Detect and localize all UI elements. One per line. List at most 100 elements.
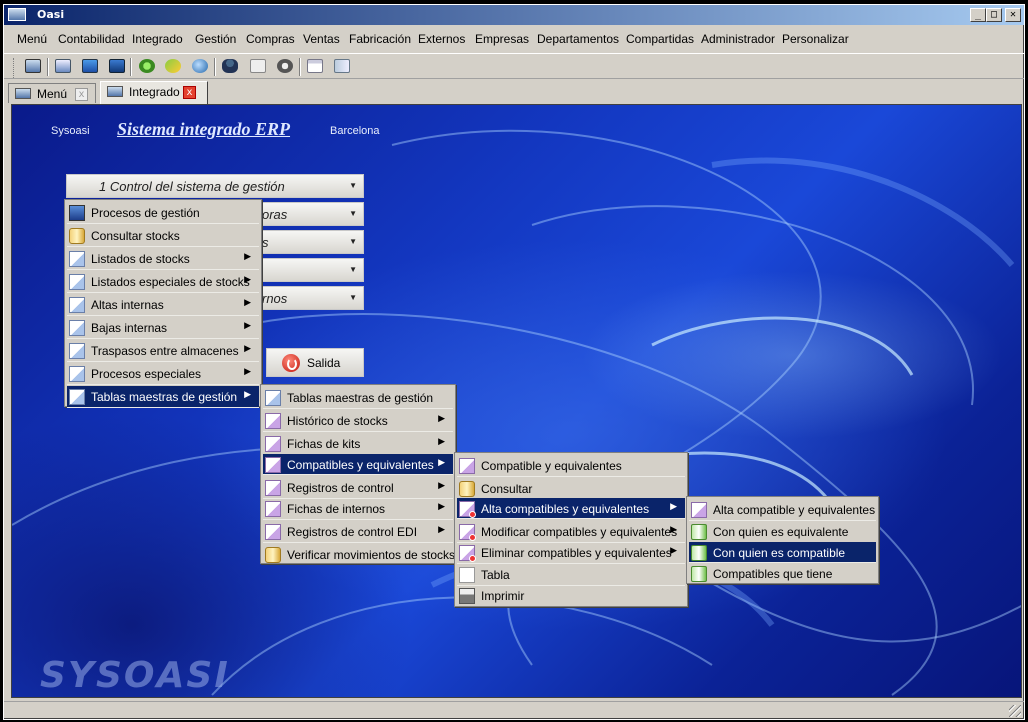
- tab-integrado-icon: [107, 86, 123, 97]
- tab-integrado-close-icon[interactable]: x: [183, 86, 196, 99]
- close-button[interactable]: ✕: [1005, 8, 1021, 22]
- menu-externos[interactable]: Externos: [418, 32, 465, 46]
- globe-icon[interactable]: [192, 59, 208, 73]
- menu-item-label: Compatibles y equivalentes: [287, 458, 434, 472]
- title-bar[interactable]: Oasi _ □ ✕: [4, 5, 1024, 25]
- menu-item-registros-control-edi[interactable]: Registros de control EDI ▶: [263, 521, 453, 543]
- menu-item-con-quien-equivalente[interactable]: Con quien es equivalente: [689, 521, 876, 543]
- add-document-icon: [459, 501, 476, 518]
- menu-personalizar[interactable]: Personalizar: [782, 32, 849, 46]
- tab-integrado[interactable]: Integrado x: [100, 81, 208, 104]
- menu-item-compatible-equivalentes[interactable]: Compatible y equivalentes: [457, 455, 685, 477]
- monitor-dark-icon[interactable]: [109, 59, 125, 73]
- menu-item-label: Traspasos entre almacenes: [91, 344, 239, 358]
- menu-ventas[interactable]: Ventas: [303, 32, 340, 46]
- menu-item-compatibles-equivalentes[interactable]: Compatibles y equivalentes ▶: [263, 454, 453, 475]
- menu-item-eliminar-compatibles[interactable]: Eliminar compatibles y equivalentes ▶: [457, 542, 685, 564]
- menu-item-procesos-especiales[interactable]: Procesos especiales ▶: [67, 363, 259, 385]
- menu-integrado[interactable]: Integrado: [132, 32, 183, 46]
- menu-item-traspasos[interactable]: Traspasos entre almacenes ▶: [67, 340, 259, 362]
- menu-item-label: Histórico de stocks: [287, 414, 388, 428]
- menu-empresas[interactable]: Empresas: [475, 32, 529, 46]
- document-icon: [265, 524, 281, 540]
- desktop-icon[interactable]: [25, 59, 41, 73]
- tab-menu[interactable]: Menú x: [8, 83, 96, 103]
- menu-item-con-quien-compatible[interactable]: Con quien es compatible: [689, 542, 876, 563]
- menu-item-consultar[interactable]: Consultar: [457, 478, 685, 500]
- resize-grip-icon[interactable]: [1009, 705, 1021, 717]
- menu-item-tablas-maestras[interactable]: Tablas maestras de gestión ▶: [67, 386, 259, 408]
- document-icon: [69, 366, 85, 382]
- menu-departamentos[interactable]: Departamentos: [537, 32, 619, 46]
- toolbar-grip[interactable]: [13, 58, 16, 78]
- notepad-icon[interactable]: [250, 59, 266, 73]
- menu-menu[interactable]: Menú: [17, 32, 47, 46]
- page-title[interactable]: Sistema integrado ERP: [117, 119, 290, 140]
- menu-item-bajas-internas[interactable]: Bajas internas ▶: [67, 317, 259, 339]
- chevron-down-icon: ▼: [349, 293, 357, 302]
- edit-document-icon: [459, 524, 476, 541]
- menu-item-consultar-stocks[interactable]: Consultar stocks: [67, 225, 259, 247]
- recycle-icon[interactable]: [165, 59, 181, 73]
- menu-item-label: Tablas maestras de gestión: [91, 390, 238, 404]
- toolbar-separator: [47, 58, 49, 76]
- salida-button[interactable]: Salida: [266, 348, 364, 377]
- menu-item-label: Fichas de internos: [287, 502, 386, 516]
- submenu-arrow-icon: ▶: [244, 366, 251, 376]
- menu-item-listados-especiales[interactable]: Listados especiales de stocks ▶: [67, 271, 259, 293]
- menu-item-label: Modificar compatibles y equivalentes: [481, 525, 678, 539]
- menu-item-verificar-movimientos[interactable]: Verificar movimientos de stocks: [263, 544, 455, 566]
- exit-icon: [282, 354, 300, 372]
- book-icon[interactable]: [334, 59, 350, 73]
- menu-item-fichas-kits[interactable]: Fichas de kits ▶: [263, 433, 453, 455]
- menu-item-label: Consultar: [481, 482, 533, 496]
- menu-item-historico-stocks[interactable]: Histórico de stocks ▶: [263, 410, 453, 432]
- menu-item-alta-compatible-equivalentes[interactable]: Alta compatible y equivalentes: [689, 499, 876, 521]
- menu-item-imprimir[interactable]: Imprimir: [457, 585, 685, 607]
- menu-item-alta-compatibles[interactable]: Alta compatibles y equivalentes ▶: [457, 498, 685, 519]
- menu-compras[interactable]: Compras: [246, 32, 295, 46]
- menu-contabilidad[interactable]: Contabilidad: [58, 32, 125, 46]
- combo-label: 1 Control del sistema de gestión: [99, 179, 285, 194]
- calendar-icon[interactable]: [307, 59, 323, 73]
- menu-item-registros-control[interactable]: Registros de control ▶: [263, 477, 453, 499]
- menu-gestion[interactable]: Gestión: [195, 32, 236, 46]
- menu-item-modificar-compatibles[interactable]: Modificar compatibles y equivalentes ▶: [457, 521, 685, 543]
- toolbar-separator: [299, 58, 301, 76]
- monitor-icon: [69, 205, 85, 221]
- minimize-button[interactable]: _: [970, 8, 986, 22]
- menu-item-label: Consultar stocks: [91, 229, 180, 243]
- document-icon: [265, 457, 281, 473]
- menu-compartidas[interactable]: Compartidas: [626, 32, 694, 46]
- maximize-button[interactable]: □: [986, 8, 1002, 22]
- menu-administrador[interactable]: Administrador: [701, 32, 775, 46]
- document-icon: [69, 251, 85, 267]
- menu-item-altas-internas[interactable]: Altas internas ▶: [67, 294, 259, 316]
- menu-item-compatibles-que-tiene[interactable]: Compatibles que tiene: [689, 563, 876, 585]
- menu-item-label: Registros de control EDI: [287, 525, 418, 539]
- menu-item-tabla[interactable]: Tabla: [457, 564, 685, 586]
- menu-item-procesos-gestion[interactable]: Procesos de gestión: [67, 202, 259, 224]
- submenu-arrow-icon: ▶: [438, 436, 445, 446]
- user-icon[interactable]: [222, 59, 238, 73]
- menu-item-label: Con quien es equivalente: [713, 525, 849, 539]
- document-icon: [69, 389, 85, 405]
- menu-item-listados-stocks[interactable]: Listados de stocks ▶: [67, 248, 259, 270]
- document-icon: [265, 436, 281, 452]
- tab-menu-close-icon[interactable]: x: [75, 88, 88, 101]
- window-icon[interactable]: [55, 59, 71, 73]
- menu-item-label: Procesos de gestión: [91, 206, 200, 220]
- info-icon[interactable]: [277, 59, 293, 73]
- city-label: Barcelona: [330, 125, 380, 137]
- chevron-down-icon: ▼: [349, 265, 357, 274]
- submenu-arrow-icon: ▶: [244, 320, 251, 330]
- gear-icon[interactable]: [139, 59, 155, 73]
- monitor-icon[interactable]: [82, 59, 98, 73]
- document-icon: [265, 501, 281, 517]
- company-name: Sysoasi: [51, 125, 90, 137]
- combo-control-sistema[interactable]: 1 Control del sistema de gestión ▼: [66, 174, 364, 198]
- menu-item-fichas-internos[interactable]: Fichas de internos ▶: [263, 498, 453, 520]
- menu-item-tablas-maestras-gestion[interactable]: Tablas maestras de gestión: [263, 387, 453, 409]
- menu-fabricacion[interactable]: Fabricación: [349, 32, 411, 46]
- status-bar: [4, 701, 1024, 719]
